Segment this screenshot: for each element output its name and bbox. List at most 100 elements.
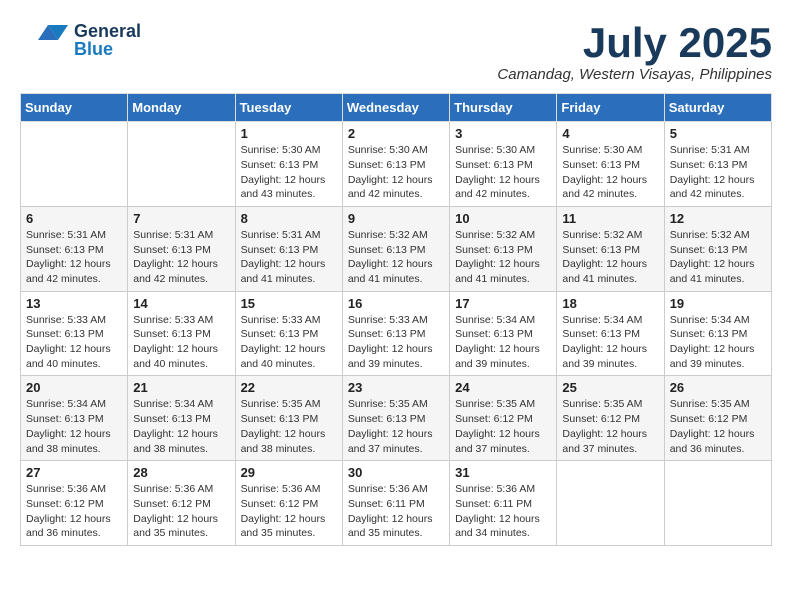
- day-detail: Sunrise: 5:34 AMSunset: 6:13 PMDaylight:…: [455, 313, 551, 372]
- calendar-cell: 2 Sunrise: 5:30 AMSunset: 6:13 PMDaylight…: [342, 122, 449, 207]
- title-block: July 2025 Camandag, Western Visayas, Phi…: [497, 20, 772, 83]
- logo-text: General Blue: [74, 22, 141, 58]
- day-number: 20: [26, 380, 122, 395]
- day-number: 30: [348, 465, 444, 480]
- day-detail: Sunrise: 5:33 AMSunset: 6:13 PMDaylight:…: [241, 313, 337, 372]
- day-detail: Sunrise: 5:31 AMSunset: 6:13 PMDaylight:…: [133, 228, 229, 287]
- location-subtitle: Camandag, Western Visayas, Philippines: [497, 66, 772, 83]
- day-detail: Sunrise: 5:30 AMSunset: 6:13 PMDaylight:…: [562, 143, 658, 202]
- calendar-cell: 20 Sunrise: 5:34 AMSunset: 6:13 PMDayligh…: [21, 376, 128, 461]
- day-number: 6: [26, 211, 122, 226]
- day-number: 19: [670, 296, 766, 311]
- calendar-header-row: SundayMondayTuesdayWednesdayThursdayFrid…: [21, 94, 772, 122]
- day-detail: Sunrise: 5:35 AMSunset: 6:13 PMDaylight:…: [348, 397, 444, 456]
- day-number: 26: [670, 380, 766, 395]
- day-number: 16: [348, 296, 444, 311]
- day-detail: Sunrise: 5:35 AMSunset: 6:12 PMDaylight:…: [455, 397, 551, 456]
- day-number: 15: [241, 296, 337, 311]
- calendar-cell: 16 Sunrise: 5:33 AMSunset: 6:13 PMDayligh…: [342, 291, 449, 376]
- calendar-cell: 14 Sunrise: 5:33 AMSunset: 6:13 PMDayligh…: [128, 291, 235, 376]
- day-detail: Sunrise: 5:32 AMSunset: 6:13 PMDaylight:…: [670, 228, 766, 287]
- month-title: July 2025: [497, 20, 772, 66]
- day-detail: Sunrise: 5:36 AMSunset: 6:12 PMDaylight:…: [241, 482, 337, 541]
- day-number: 4: [562, 126, 658, 141]
- day-detail: Sunrise: 5:35 AMSunset: 6:12 PMDaylight:…: [562, 397, 658, 456]
- day-detail: Sunrise: 5:32 AMSunset: 6:13 PMDaylight:…: [562, 228, 658, 287]
- day-detail: Sunrise: 5:34 AMSunset: 6:13 PMDaylight:…: [26, 397, 122, 456]
- day-number: 11: [562, 211, 658, 226]
- calendar-cell: 11 Sunrise: 5:32 AMSunset: 6:13 PMDayligh…: [557, 206, 664, 291]
- calendar-cell: [557, 461, 664, 546]
- calendar-cell: 25 Sunrise: 5:35 AMSunset: 6:12 PMDayligh…: [557, 376, 664, 461]
- day-number: 12: [670, 211, 766, 226]
- day-number: 3: [455, 126, 551, 141]
- calendar-cell: 13Sunrise: 5:33 AMSunset: 6:13 PMDayligh…: [21, 291, 128, 376]
- day-detail: Sunrise: 5:31 AMSunset: 6:13 PMDaylight:…: [26, 228, 122, 287]
- day-number: 23: [348, 380, 444, 395]
- day-detail: Sunrise: 5:33 AMSunset: 6:13 PMDaylight:…: [133, 313, 229, 372]
- header-tuesday: Tuesday: [235, 94, 342, 122]
- calendar-cell: 5Sunrise: 5:31 AMSunset: 6:13 PMDaylight…: [664, 122, 771, 207]
- calendar-cell: 22 Sunrise: 5:35 AMSunset: 6:13 PMDayligh…: [235, 376, 342, 461]
- calendar-cell: 28Sunrise: 5:36 AMSunset: 6:12 PMDayligh…: [128, 461, 235, 546]
- calendar-cell: [664, 461, 771, 546]
- day-number: 8: [241, 211, 337, 226]
- calendar-week-row: 6 Sunrise: 5:31 AMSunset: 6:13 PMDaylight…: [21, 206, 772, 291]
- calendar-cell: 24 Sunrise: 5:35 AMSunset: 6:12 PMDayligh…: [450, 376, 557, 461]
- calendar-cell: 9 Sunrise: 5:32 AMSunset: 6:13 PMDaylight…: [342, 206, 449, 291]
- calendar-cell: 29Sunrise: 5:36 AMSunset: 6:12 PMDayligh…: [235, 461, 342, 546]
- header-wednesday: Wednesday: [342, 94, 449, 122]
- logo-general: General: [74, 22, 141, 40]
- calendar-week-row: 13 Sunrise: 5:33 AMSunset: 6:13 PMDayligh…: [21, 291, 772, 376]
- day-detail: Sunrise: 5:35 AMSunset: 6:13 PMDaylight:…: [241, 397, 337, 456]
- day-number: 25: [562, 380, 658, 395]
- day-number: 10: [455, 211, 551, 226]
- day-detail: Sunrise: 5:31 AMSunset: 6:13 PMDaylight:…: [670, 143, 766, 202]
- day-detail: Sunrise: 5:34 AMSunset: 6:13 PMDaylight:…: [562, 313, 658, 372]
- calendar-table: SundayMondayTuesdayWednesdayThursdayFrid…: [20, 93, 772, 546]
- day-number: 27: [26, 465, 122, 480]
- day-number: 18: [562, 296, 658, 311]
- day-number: 28: [133, 465, 229, 480]
- calendar-cell: 8 Sunrise: 5:31 AMSunset: 6:13 PMDaylight…: [235, 206, 342, 291]
- header-friday: Friday: [557, 94, 664, 122]
- calendar-cell: 1 Sunrise: 5:30 AMSunset: 6:13 PMDaylight…: [235, 122, 342, 207]
- day-detail: Sunrise: 5:35 AMSunset: 6:12 PMDaylight:…: [670, 397, 766, 456]
- day-detail: Sunrise: 5:30 AMSunset: 6:13 PMDaylight:…: [348, 143, 444, 202]
- calendar-cell: 19 Sunrise: 5:34 AMSunset: 6:13 PMDayligh…: [664, 291, 771, 376]
- day-number: 2: [348, 126, 444, 141]
- day-detail: Sunrise: 5:31 AMSunset: 6:13 PMDaylight:…: [241, 228, 337, 287]
- calendar-cell: 4 Sunrise: 5:30 AMSunset: 6:13 PMDaylight…: [557, 122, 664, 207]
- day-number: 13: [26, 296, 122, 311]
- calendar-cell: [128, 122, 235, 207]
- calendar-cell: 12 Sunrise: 5:32 AMSunset: 6:13 PMDayligh…: [664, 206, 771, 291]
- calendar-week-row: 20 Sunrise: 5:34 AMSunset: 6:13 PMDayligh…: [21, 376, 772, 461]
- day-number: 22: [241, 380, 337, 395]
- calendar-week-row: 27 Sunrise: 5:36 AMSunset: 6:12 PMDayligh…: [21, 461, 772, 546]
- calendar-cell: 23 Sunrise: 5:35 AMSunset: 6:13 PMDayligh…: [342, 376, 449, 461]
- day-detail: Sunrise: 5:36 AMSunset: 6:11 PMDaylight:…: [348, 482, 444, 541]
- day-detail: Sunrise: 5:36 AMSunset: 6:12 PMDaylight:…: [26, 482, 122, 541]
- day-detail: Sunrise: 5:32 AMSunset: 6:13 PMDaylight:…: [455, 228, 551, 287]
- day-detail: Sunrise: 5:30 AMSunset: 6:13 PMDaylight:…: [455, 143, 551, 202]
- header-saturday: Saturday: [664, 94, 771, 122]
- day-number: 17: [455, 296, 551, 311]
- header-sunday: Sunday: [21, 94, 128, 122]
- logo-blue: Blue: [74, 40, 141, 58]
- day-detail: Sunrise: 5:33 AMSunset: 6:13 PMDaylight:…: [348, 313, 444, 372]
- day-number: 24: [455, 380, 551, 395]
- day-number: 1: [241, 126, 337, 141]
- day-detail: Sunrise: 5:30 AMSunset: 6:13 PMDaylight:…: [241, 143, 337, 202]
- calendar-cell: 31Sunrise: 5:36 AMSunset: 6:11 PMDayligh…: [450, 461, 557, 546]
- day-number: 9: [348, 211, 444, 226]
- calendar-cell: 7Sunrise: 5:31 AMSunset: 6:13 PMDaylight…: [128, 206, 235, 291]
- day-detail: Sunrise: 5:34 AMSunset: 6:13 PMDaylight:…: [670, 313, 766, 372]
- logo: General Blue: [20, 20, 141, 60]
- day-number: 21: [133, 380, 229, 395]
- calendar-cell: 18 Sunrise: 5:34 AMSunset: 6:13 PMDayligh…: [557, 291, 664, 376]
- calendar-week-row: 1 Sunrise: 5:30 AMSunset: 6:13 PMDaylight…: [21, 122, 772, 207]
- day-detail: Sunrise: 5:32 AMSunset: 6:13 PMDaylight:…: [348, 228, 444, 287]
- calendar-cell: [21, 122, 128, 207]
- day-number: 14: [133, 296, 229, 311]
- page-header: General Blue July 2025 Camandag, Western…: [20, 20, 772, 83]
